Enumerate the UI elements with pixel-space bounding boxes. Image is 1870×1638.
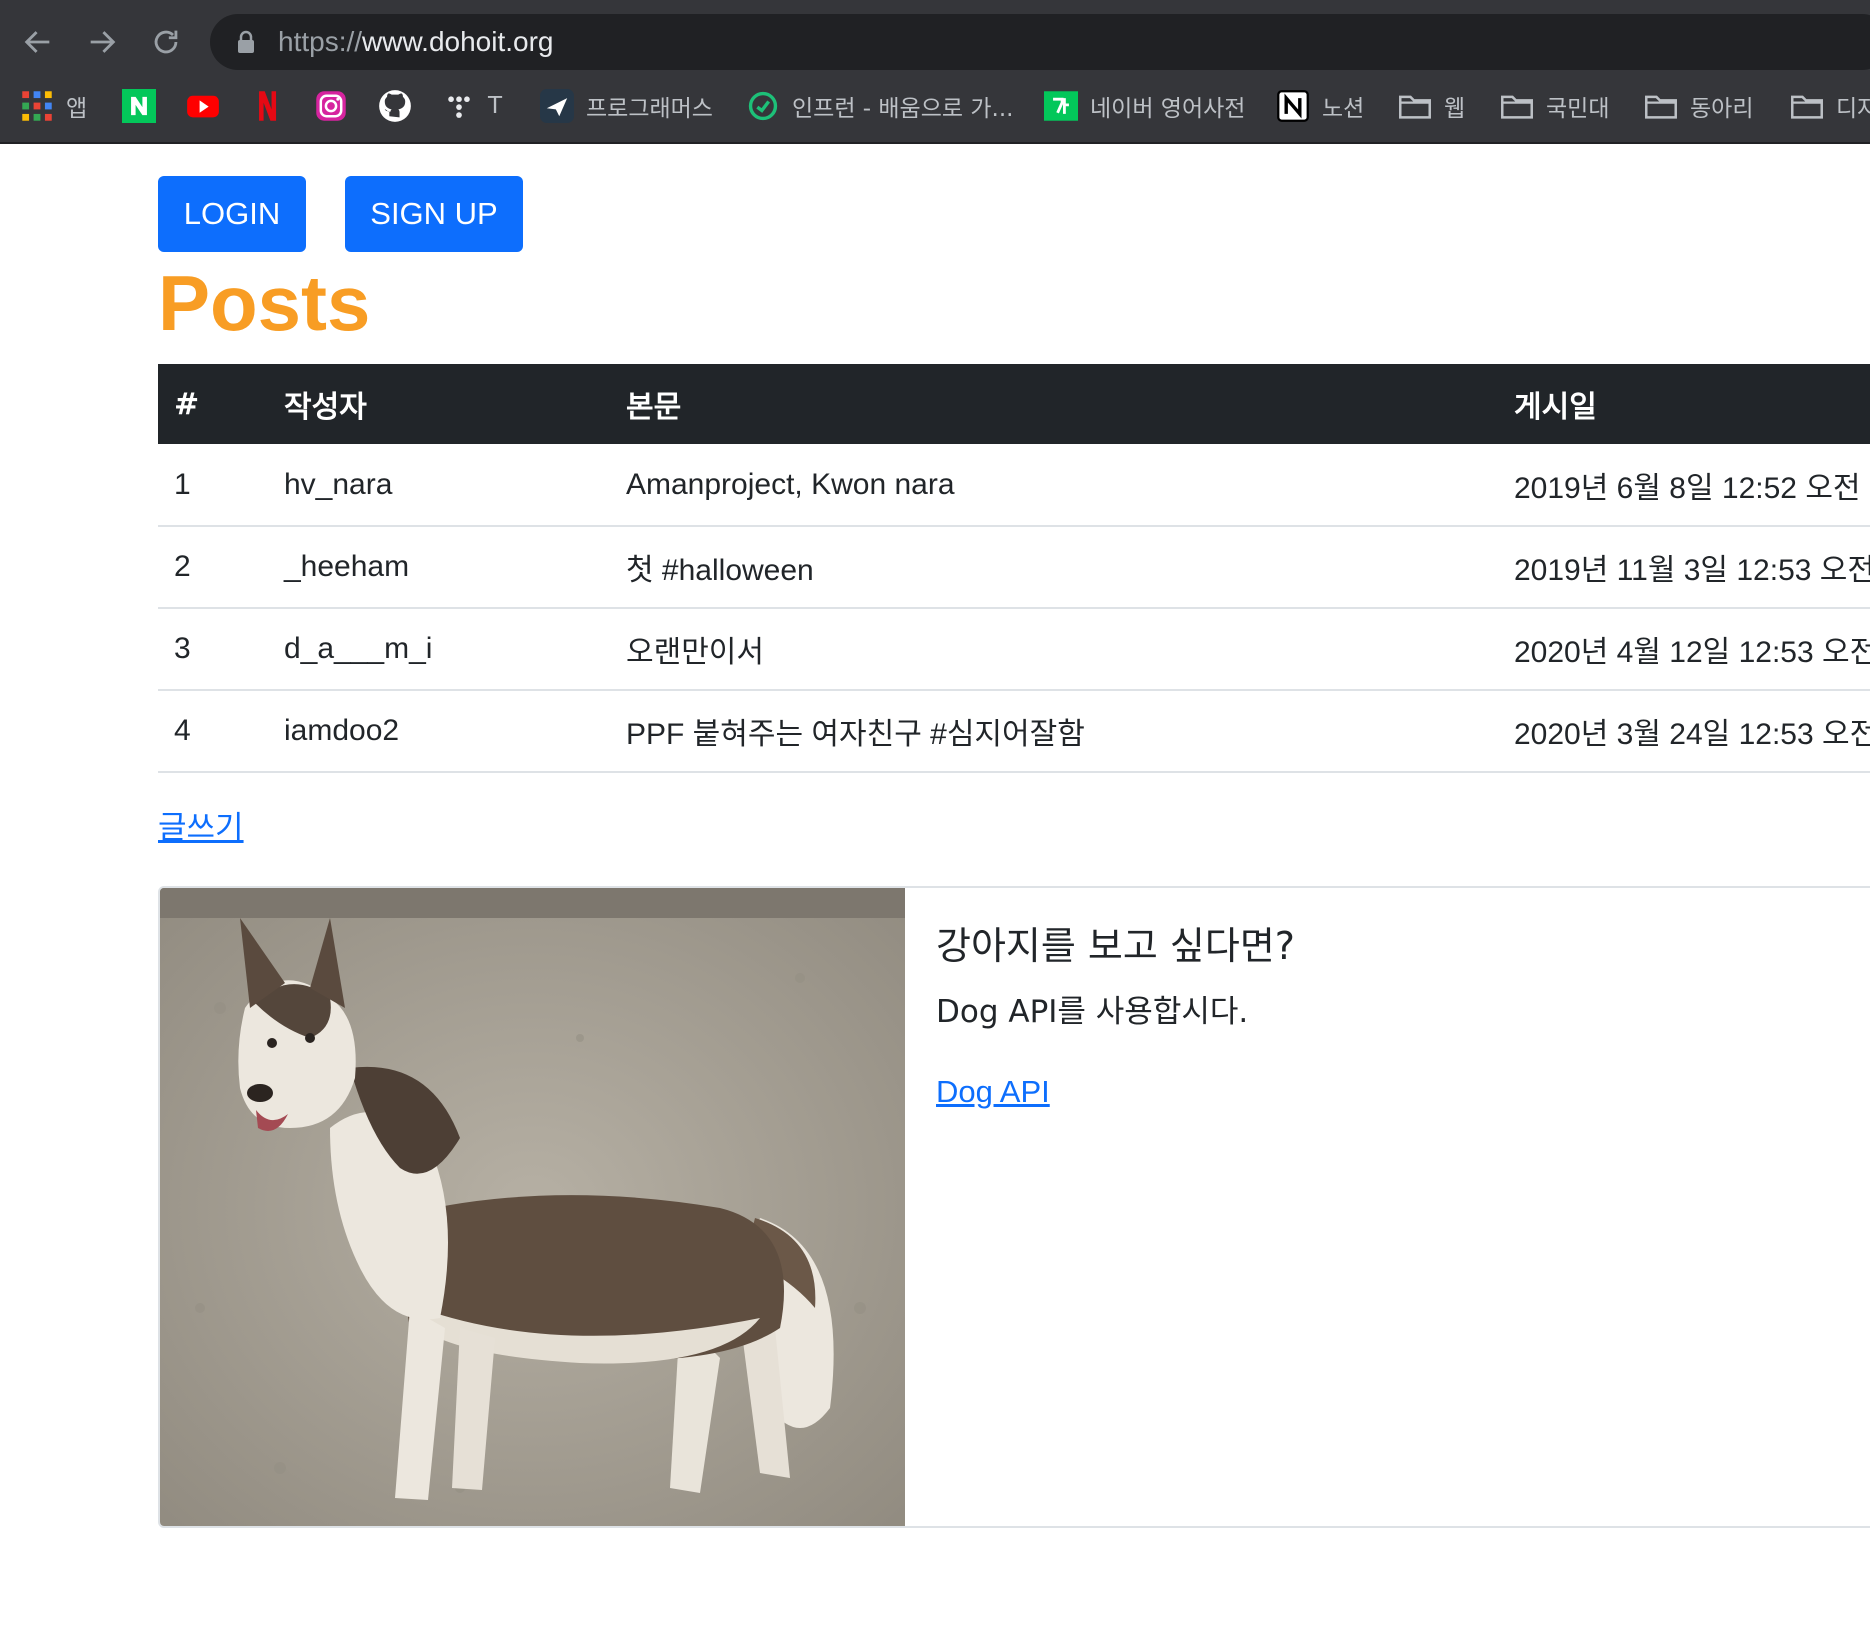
folder-icon — [1500, 89, 1534, 123]
bookmark-instagram[interactable] — [314, 86, 348, 126]
inflearn-icon — [746, 89, 780, 123]
bookmark-apps[interactable]: 앱 — [20, 86, 87, 126]
folder-icon — [1398, 89, 1432, 123]
bookmark-inflearn[interactable]: 인프런 - 배움으로 가... — [746, 86, 1013, 126]
arrow-left-icon — [24, 31, 50, 53]
bookmark-notion[interactable]: 노션 — [1276, 86, 1364, 126]
dog-image — [160, 888, 905, 1526]
card-title: 강아지를 보고 싶다면? — [936, 924, 1295, 968]
cell-number: 1 — [158, 444, 268, 527]
github-icon — [378, 89, 412, 123]
cell-number: 2 — [158, 526, 268, 609]
bookmark-folder-web[interactable]: 웹 — [1398, 86, 1465, 126]
bookmark-youtube[interactable] — [186, 86, 220, 126]
cell-body: 오랜만이서 — [610, 608, 1498, 691]
programmers-icon — [540, 89, 574, 123]
cell-body: 첫 #halloween — [610, 526, 1498, 609]
folder-icon — [1790, 89, 1824, 123]
bookmark-naver-dictionary[interactable]: 네이버 영어사전 — [1044, 86, 1245, 126]
forward-button[interactable] — [82, 22, 122, 62]
signup-button[interactable]: SIGN UP — [345, 176, 523, 252]
card-text: Dog API를 사용합시다. — [936, 994, 1249, 1030]
naver-icon — [122, 89, 156, 123]
lock-icon — [238, 30, 254, 53]
write-post-link[interactable]: 글쓰기 — [158, 808, 244, 848]
column-header-author: 작성자 — [268, 364, 610, 444]
cell-author: _heeham — [268, 526, 610, 609]
reload-icon — [154, 30, 178, 54]
cell-date: 2020년 3월 24일 12:53 오전 — [1498, 690, 1870, 773]
bookmark-programmers[interactable]: 프로그래머스 — [540, 86, 713, 126]
bookmark-t[interactable]: T — [442, 86, 502, 126]
column-header-number: # — [158, 364, 268, 444]
notion-icon — [1276, 89, 1310, 123]
bookmark-github[interactable] — [378, 86, 412, 126]
bookmark-netflix[interactable] — [250, 86, 284, 126]
bookmark-folder-club[interactable]: 동아리 — [1644, 86, 1753, 126]
url-text: https://www.dohoit.org — [278, 26, 554, 57]
table-row: 1 hv_nara Amanproject, Kwon nara 2019년 6… — [158, 444, 1870, 527]
cell-number: 3 — [158, 608, 268, 691]
dog-card: 강아지를 보고 싶다면? Dog API를 사용합시다. Dog API — [158, 886, 1870, 1528]
bookmark-folder-kookmin[interactable]: 국민대 — [1500, 86, 1609, 126]
browser-chrome: https://www.dohoit.org 앱 T 프로그래머스 인프런 - … — [0, 0, 1870, 144]
cell-date: 2019년 6월 8일 12:52 오전 — [1498, 444, 1870, 527]
netflix-icon — [250, 89, 284, 123]
table-header-row: # 작성자 본문 게시일 — [158, 364, 1870, 444]
column-header-body: 본문 — [610, 364, 1498, 444]
back-button[interactable] — [18, 22, 58, 62]
dog-api-link[interactable]: Dog API — [936, 1072, 1050, 1112]
naver-dictionary-icon — [1044, 89, 1078, 123]
address-bar[interactable]: https://www.dohoit.org — [210, 14, 1870, 70]
page-title: Posts — [158, 259, 371, 347]
table-row: 3 d_a___m_i 오랜만이서 2020년 4월 12일 12:53 오전 — [158, 608, 1870, 691]
cell-date: 2019년 11월 3일 12:53 오전 — [1498, 526, 1870, 609]
bookmark-folder-design[interactable]: 디자 — [1790, 86, 1870, 126]
column-header-date: 게시일 — [1498, 364, 1870, 444]
cell-author: iamdoo2 — [268, 690, 610, 773]
cell-date: 2020년 4월 12일 12:53 오전 — [1498, 608, 1870, 691]
dots-icon — [442, 89, 476, 123]
cell-author: hv_nara — [268, 444, 610, 527]
bookmarks-bar: 앱 T 프로그래머스 인프런 - 배움으로 가... 네이버 영어사전 노션 웹… — [0, 86, 1870, 126]
reload-button[interactable] — [146, 22, 186, 62]
posts-table: # 작성자 본문 게시일 1 hv_nara Amanproject, Kwon… — [158, 364, 1870, 773]
cell-body: PPF 붙혀주는 여자친구 #심지어잘함 — [610, 690, 1498, 773]
instagram-icon — [314, 89, 348, 123]
apps-grid-icon — [20, 89, 54, 123]
youtube-icon — [186, 89, 220, 123]
table-row: 2 _heeham 첫 #halloween 2019년 11월 3일 12:5… — [158, 526, 1870, 609]
cell-author: d_a___m_i — [268, 608, 610, 691]
cell-body: Amanproject, Kwon nara — [610, 444, 1498, 527]
bookmark-naver[interactable] — [122, 86, 156, 126]
husky-illustration — [160, 888, 905, 1526]
table-row: 4 iamdoo2 PPF 붙혀주는 여자친구 #심지어잘함 2020년 3월 … — [158, 690, 1870, 773]
arrow-right-icon — [90, 31, 116, 53]
login-button[interactable]: LOGIN — [158, 176, 306, 252]
folder-icon — [1644, 89, 1678, 123]
cell-number: 4 — [158, 690, 268, 773]
